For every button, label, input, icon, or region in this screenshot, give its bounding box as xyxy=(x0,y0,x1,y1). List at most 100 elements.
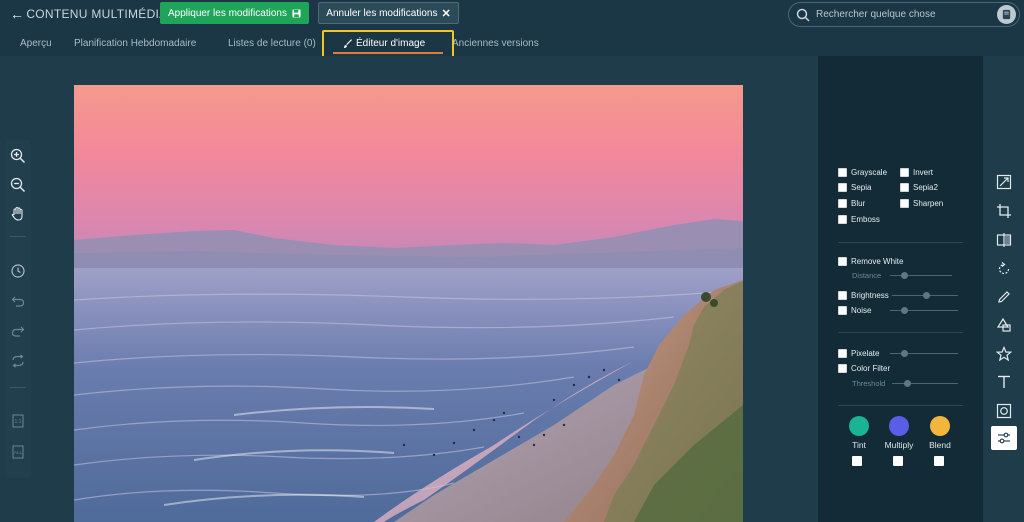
remove-white-checkbox[interactable] xyxy=(838,257,847,266)
panel-divider xyxy=(838,242,963,243)
shape-icon[interactable] xyxy=(994,315,1014,335)
filter-color-filter[interactable]: Color Filter xyxy=(838,364,890,373)
filter-remove-white[interactable]: Remove White xyxy=(838,257,903,266)
resize-icon[interactable] xyxy=(994,172,1014,192)
filter-invert[interactable]: Invert xyxy=(900,168,933,177)
all-icon[interactable]: ALL xyxy=(9,443,27,461)
reset-icon[interactable] xyxy=(9,352,27,370)
search-box[interactable] xyxy=(788,2,1020,27)
filter-sepia-label: Sepia xyxy=(851,183,872,192)
crop-icon[interactable] xyxy=(994,201,1014,221)
filter-grayscale-label: Grayscale xyxy=(851,168,888,177)
filter-icon[interactable] xyxy=(991,426,1017,450)
zoom-in-icon[interactable] xyxy=(9,147,27,165)
blur-checkbox[interactable] xyxy=(838,199,847,208)
sharpen-checkbox[interactable] xyxy=(900,199,909,208)
tint-checkbox[interactable] xyxy=(852,456,862,466)
filter-emboss-label: Emboss xyxy=(851,215,880,224)
threshold-slider[interactable] xyxy=(892,380,958,387)
tab-old-versions[interactable]: Anciennes versions xyxy=(452,38,539,49)
filter-sepia[interactable]: Sepia xyxy=(838,183,871,192)
noise-slider-knob[interactable] xyxy=(901,307,908,314)
noise-checkbox[interactable] xyxy=(838,306,847,315)
page-title: CONTENU MULTIMÉDIA xyxy=(26,7,168,21)
redo-icon[interactable] xyxy=(9,322,27,340)
tab-bar: Aperçu Planification Hebdomadaire Listes… xyxy=(0,28,1024,56)
save-icon xyxy=(292,8,301,18)
emboss-checkbox[interactable] xyxy=(838,215,847,224)
close-icon: ✕ xyxy=(441,7,451,20)
pixelate-slider-knob[interactable] xyxy=(901,350,908,357)
sepia2-checkbox[interactable] xyxy=(900,183,909,192)
filter-emboss[interactable]: Emboss xyxy=(838,215,880,224)
grayscale-checkbox[interactable] xyxy=(838,168,847,177)
mask-icon[interactable] xyxy=(994,401,1014,421)
arrow-left-icon: ← xyxy=(10,6,25,22)
filter-noise[interactable]: Noise xyxy=(838,306,871,315)
multiply-checkbox[interactable] xyxy=(893,456,903,466)
tab-overview[interactable]: Aperçu xyxy=(20,38,52,49)
blend-label: Blend xyxy=(929,440,951,450)
tint-color-swatch[interactable] xyxy=(849,416,869,436)
filter-blur-label: Blur xyxy=(851,199,866,208)
brightness-checkbox[interactable] xyxy=(838,291,847,300)
top-bar: ← CONTENU MULTIMÉDIA Appliquer les modif… xyxy=(0,0,1024,28)
fit-icon[interactable]: 1:1 xyxy=(9,412,27,430)
zoom-out-icon[interactable] xyxy=(9,176,27,194)
apply-changes-button[interactable]: Appliquer les modifications xyxy=(160,2,309,24)
cancel-label: Annuler les modifications xyxy=(326,7,438,19)
filter-brightness[interactable]: Brightness xyxy=(838,291,889,300)
tab-weekly-schedule[interactable]: Planification Hebdomadaire xyxy=(74,38,196,49)
filter-invert-label: Invert xyxy=(913,168,934,177)
blend-color-swatch[interactable] xyxy=(930,416,950,436)
cancel-changes-button[interactable]: Annuler les modifications ✕ xyxy=(318,2,459,24)
filter-blur[interactable]: Blur xyxy=(838,199,865,208)
hand-pan-icon[interactable] xyxy=(9,205,27,223)
text-icon[interactable] xyxy=(994,372,1014,392)
back-button[interactable]: ← CONTENU MULTIMÉDIA xyxy=(10,6,168,22)
history-icon[interactable] xyxy=(9,262,27,280)
distance-label: Distance xyxy=(852,271,882,280)
filter-sepia2-label: Sepia2 xyxy=(913,183,938,192)
apply-label: Appliquer les modifications xyxy=(168,7,287,19)
filter-grayscale[interactable]: Grayscale xyxy=(838,168,887,177)
brightness-slider[interactable] xyxy=(892,292,958,299)
invert-checkbox[interactable] xyxy=(900,168,909,177)
brightness-slider-knob[interactable] xyxy=(923,292,930,299)
panel-divider-3 xyxy=(838,405,963,406)
flip-icon[interactable] xyxy=(994,230,1014,250)
threshold-slider-knob[interactable] xyxy=(904,380,911,387)
search-icon xyxy=(796,8,810,22)
distance-slider-knob[interactable] xyxy=(901,272,908,279)
rotate-icon[interactable] xyxy=(994,259,1014,279)
color-filter-checkbox[interactable] xyxy=(838,364,847,373)
filter-sharpen[interactable]: Sharpen xyxy=(900,199,943,208)
noise-slider[interactable] xyxy=(890,307,958,314)
multiply-color-swatch[interactable] xyxy=(889,416,909,436)
blend-checkbox[interactable] xyxy=(934,456,944,466)
edited-image-canvas[interactable] xyxy=(74,85,743,522)
noise-label: Noise xyxy=(851,306,872,315)
filter-pixelate[interactable]: Pixelate xyxy=(838,349,879,358)
left-toolbar-divider xyxy=(10,236,26,237)
svg-text:ALL: ALL xyxy=(14,450,23,455)
color-filter-label: Color Filter xyxy=(851,364,891,373)
tab-playlists[interactable]: Listes de lecture (0) xyxy=(228,38,316,49)
brightness-label: Brightness xyxy=(851,291,889,300)
star-icon[interactable] xyxy=(994,344,1014,364)
left-toolbar-divider-2 xyxy=(10,387,26,388)
pixelate-checkbox[interactable] xyxy=(838,349,847,358)
filter-panel: Grayscale Invert Sepia Sepia2 Blur Sharp… xyxy=(818,56,983,522)
threshold-label: Threshold xyxy=(852,379,886,388)
filter-sepia2[interactable]: Sepia2 xyxy=(900,183,938,192)
draw-icon[interactable] xyxy=(994,287,1014,307)
undo-icon[interactable] xyxy=(9,292,27,310)
distance-slider[interactable] xyxy=(890,272,952,279)
pixelate-slider[interactable] xyxy=(890,350,958,357)
search-input[interactable] xyxy=(816,9,986,20)
user-avatar-icon[interactable] xyxy=(997,5,1016,24)
remove-white-label: Remove White xyxy=(851,257,904,266)
pixelate-label: Pixelate xyxy=(851,349,880,358)
left-toolbar: 1:1 ALL xyxy=(5,140,31,478)
sepia-checkbox[interactable] xyxy=(838,183,847,192)
